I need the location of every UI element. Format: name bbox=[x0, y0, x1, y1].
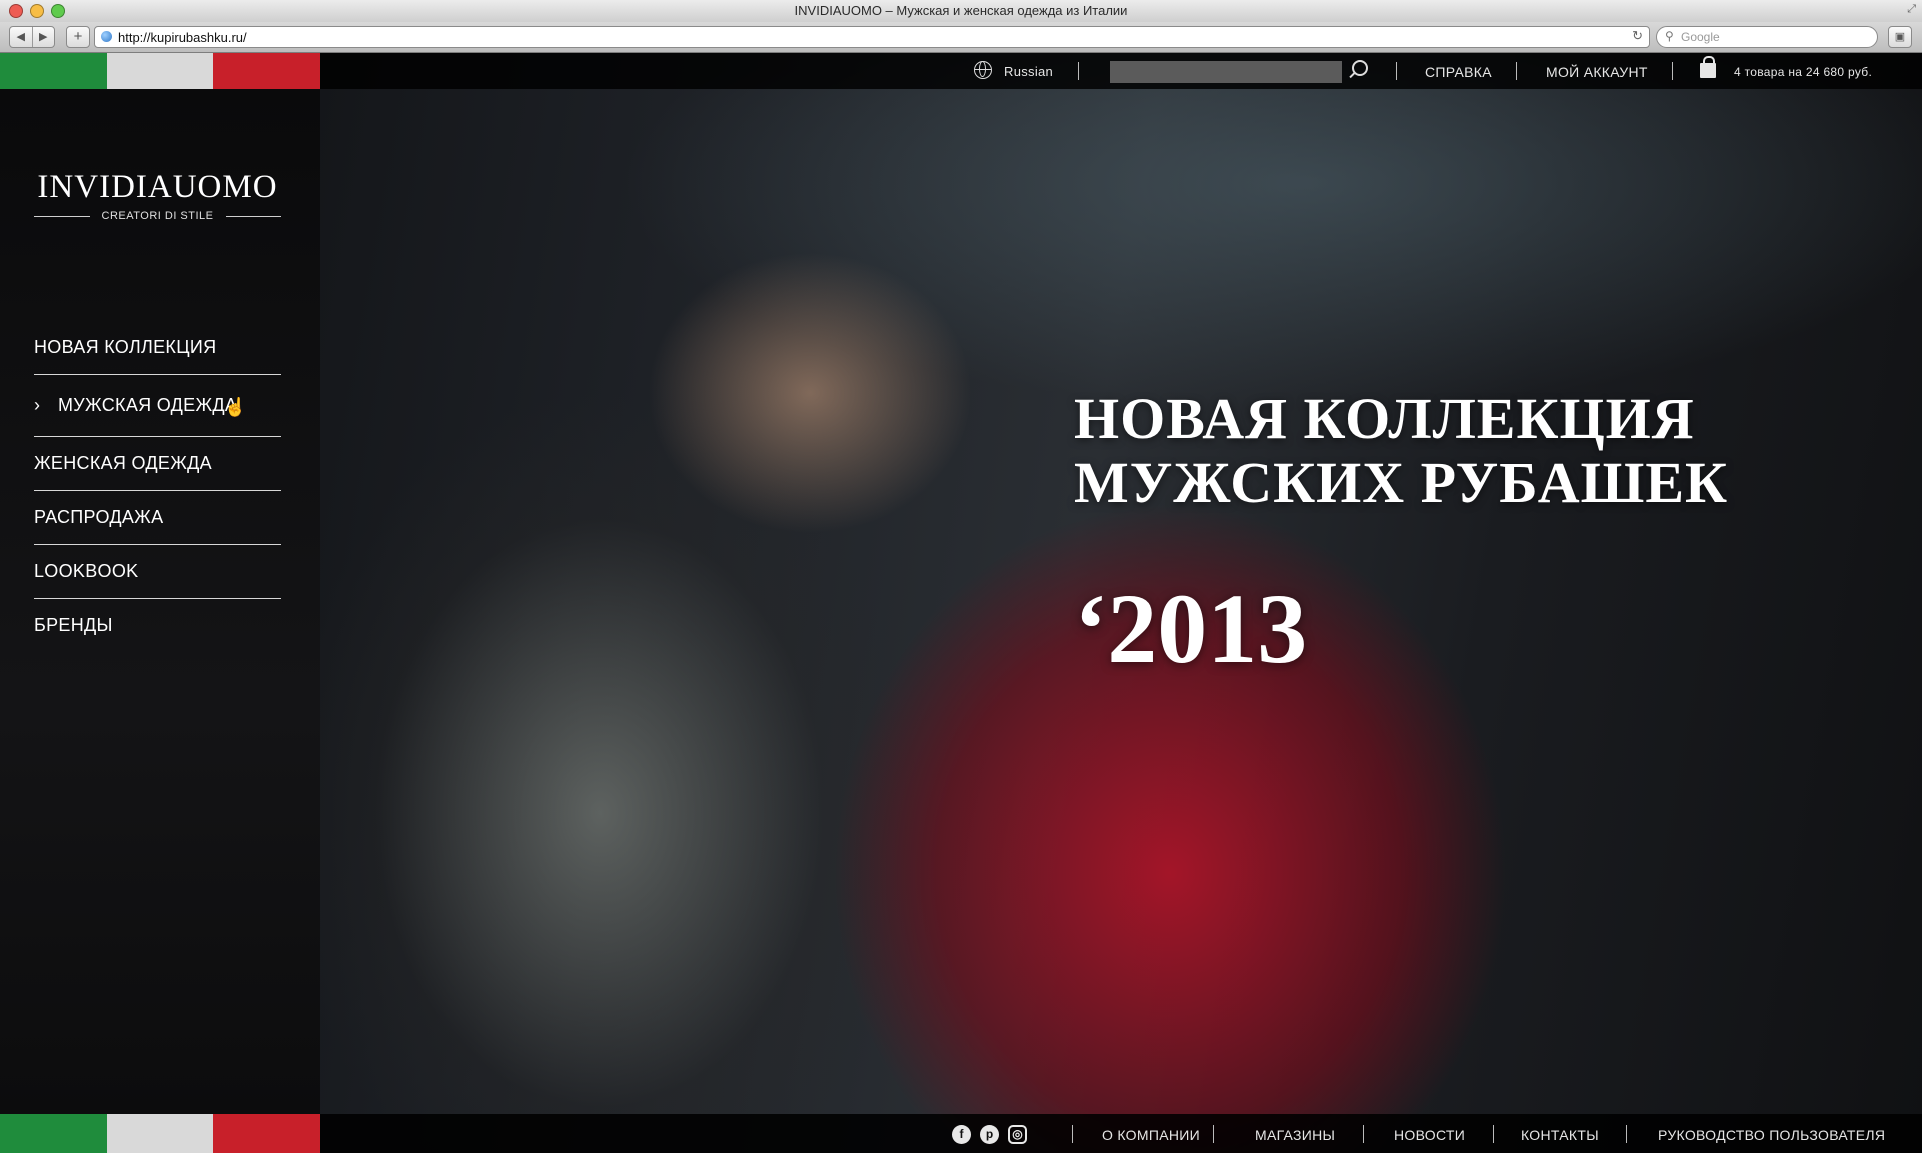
hero-headline-line-2: МУЖСКИХ РУБАШЕК bbox=[1074, 450, 1729, 515]
brand-tagline: CREATORI DI STILE bbox=[101, 210, 214, 222]
flag-red-stripe bbox=[213, 53, 321, 89]
menu-item-new-collection[interactable]: НОВАЯ КОЛЛЕКЦИЯ bbox=[34, 321, 281, 375]
footer-link-contacts[interactable]: КОНТАКТЫ bbox=[1521, 1127, 1599, 1143]
language-selector[interactable]: Russian bbox=[1004, 64, 1053, 79]
italian-flag-bottom bbox=[0, 1114, 321, 1153]
shopping-bag-icon[interactable] bbox=[1700, 56, 1716, 78]
divider bbox=[1493, 1125, 1494, 1143]
divider bbox=[1396, 62, 1397, 80]
address-bar[interactable]: http://kupirubashku.ru/ ↻ bbox=[94, 26, 1650, 48]
flag-green-stripe bbox=[0, 53, 107, 89]
help-link[interactable]: СПРАВКА bbox=[1425, 64, 1492, 80]
forward-icon[interactable]: ▶ bbox=[31, 27, 55, 47]
browser-search-field[interactable]: ⚲ Google bbox=[1656, 26, 1878, 48]
menu-item-mens-clothing[interactable]: › МУЖСКАЯ ОДЕЖДА ☝ bbox=[34, 375, 281, 437]
menu-item-label: ЖЕНСКАЯ ОДЕЖДА bbox=[34, 453, 212, 473]
flag-red-stripe bbox=[213, 1114, 321, 1153]
reload-icon[interactable]: ↻ bbox=[1632, 28, 1643, 44]
divider bbox=[1078, 62, 1079, 80]
top-bar: Russian СПРАВКА МОЙ АККАУНТ 4 товара на … bbox=[320, 53, 1922, 89]
brand-logo[interactable]: INVIDIAUOMO CREATORI DI STILE bbox=[34, 169, 282, 222]
divider bbox=[1072, 1125, 1073, 1143]
hero-headline-line-1: НОВАЯ КОЛЛЕКЦИЯ bbox=[1074, 386, 1695, 451]
globe-icon[interactable] bbox=[974, 61, 992, 79]
menu-item-womens-clothing[interactable]: ЖЕНСКАЯ ОДЕЖДА bbox=[34, 437, 281, 491]
menu-item-brands[interactable]: БРЕНДЫ bbox=[34, 599, 281, 652]
sidebar: INVIDIAUOMO CREATORI DI STILE НОВАЯ КОЛЛ… bbox=[0, 89, 320, 1114]
menu-item-label: РАСПРОДАЖА bbox=[34, 507, 164, 527]
hero-headline: НОВАЯ КОЛЛЕКЦИЯ МУЖСКИХ РУБАШЕК bbox=[1074, 387, 1728, 515]
divider bbox=[1626, 1125, 1627, 1143]
web-page: Russian СПРАВКА МОЙ АККАУНТ 4 товара на … bbox=[0, 53, 1922, 1153]
tagline-rule bbox=[34, 215, 90, 217]
divider bbox=[1672, 62, 1673, 80]
hand-cursor-icon: ☝ bbox=[224, 397, 247, 417]
window-titlebar: INVIDIAUOMO – Мужская и женская одежда и… bbox=[0, 0, 1922, 23]
magnifier-icon: ⚲ bbox=[1665, 29, 1674, 43]
browser-toolbar: ◀ ▶ + http://kupirubashku.ru/ ↻ ⚲ Google… bbox=[0, 22, 1922, 53]
search-icon[interactable] bbox=[1352, 60, 1368, 76]
tagline-row: CREATORI DI STILE bbox=[34, 210, 282, 222]
instagram-icon[interactable]: ◎ bbox=[1008, 1125, 1027, 1144]
site-icon bbox=[101, 31, 112, 42]
divider bbox=[1363, 1125, 1364, 1143]
chevron-right-icon: › bbox=[34, 395, 41, 415]
footer-bar: f p ◎ О КОМПАНИИ МАГАЗИНЫ НОВОСТИ КОНТАК… bbox=[320, 1114, 1922, 1153]
footer-link-stores[interactable]: МАГАЗИНЫ bbox=[1255, 1127, 1335, 1143]
divider bbox=[1516, 62, 1517, 80]
divider bbox=[1213, 1125, 1214, 1143]
menu-item-lookbook[interactable]: LOOKBOOK bbox=[34, 545, 281, 599]
cart-summary[interactable]: 4 товара на 24 680 руб. bbox=[1734, 65, 1872, 79]
account-link[interactable]: МОЙ АККАУНТ bbox=[1546, 64, 1648, 80]
hero-year: ‘2013 bbox=[1074, 573, 1308, 684]
history-buttons: ◀ ▶ bbox=[9, 26, 55, 48]
extensions-icon[interactable]: ▣ bbox=[1888, 26, 1912, 48]
window-title: INVIDIAUOMO – Мужская и женская одежда и… bbox=[794, 3, 1128, 18]
menu-item-label: НОВАЯ КОЛЛЕКЦИЯ bbox=[34, 337, 217, 357]
fullscreen-icon[interactable]: ⤢ bbox=[1907, 3, 1916, 16]
address-url[interactable]: http://kupirubashku.ru/ bbox=[118, 30, 247, 45]
flag-green-stripe bbox=[0, 1114, 107, 1153]
browser-search-placeholder: Google bbox=[1681, 30, 1720, 44]
flag-white-stripe bbox=[106, 53, 214, 89]
menu-item-label: БРЕНДЫ bbox=[34, 615, 113, 635]
footer-link-about[interactable]: О КОМПАНИИ bbox=[1102, 1127, 1200, 1143]
italian-flag-top bbox=[0, 53, 321, 89]
footer-link-news[interactable]: НОВОСТИ bbox=[1394, 1127, 1465, 1143]
brand-name: INVIDIAUOMO bbox=[37, 169, 278, 205]
tagline-rule bbox=[225, 215, 282, 217]
menu-item-label: LOOKBOOK bbox=[34, 561, 139, 581]
add-bookmark-icon[interactable]: + bbox=[66, 26, 90, 48]
flag-white-stripe bbox=[106, 1114, 214, 1153]
menu-item-sale[interactable]: РАСПРОДАЖА bbox=[34, 491, 281, 545]
footer-link-user-guide[interactable]: РУКОВОДСТВО ПОЛЬЗОВАТЕЛЯ bbox=[1658, 1127, 1885, 1143]
back-icon[interactable]: ◀ bbox=[10, 27, 32, 47]
menu-item-label: МУЖСКАЯ ОДЕЖДА bbox=[58, 395, 238, 415]
pinterest-icon[interactable]: p bbox=[980, 1125, 999, 1144]
site-search-input[interactable] bbox=[1110, 61, 1342, 83]
main-menu: НОВАЯ КОЛЛЕКЦИЯ › МУЖСКАЯ ОДЕЖДА ☝ ЖЕНСК… bbox=[34, 321, 281, 652]
facebook-icon[interactable]: f bbox=[952, 1125, 971, 1144]
